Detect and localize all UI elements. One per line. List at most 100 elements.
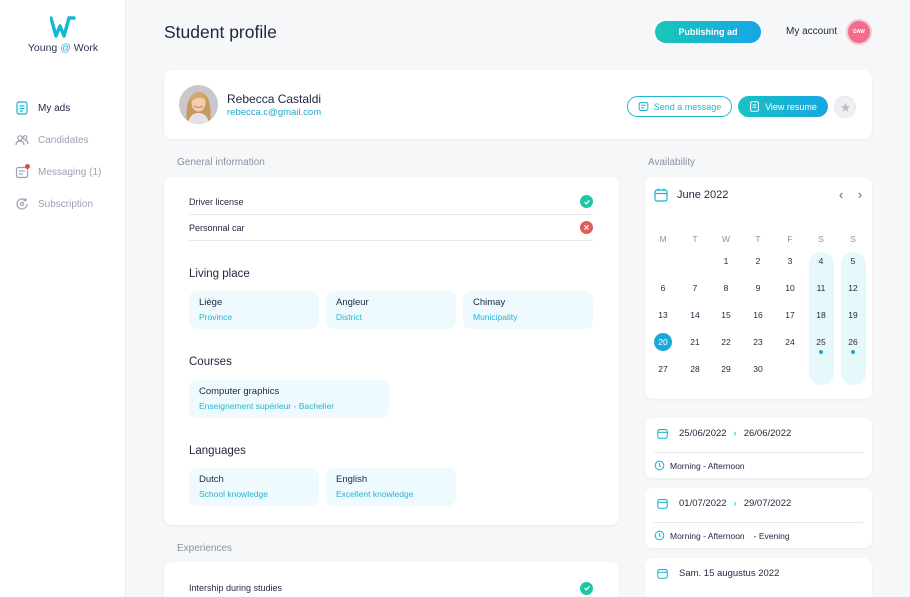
view-resume-label: View resume bbox=[765, 101, 817, 112]
attribute-personal-car: Personnal car bbox=[189, 215, 593, 241]
calendar-day[interactable]: 22 bbox=[715, 333, 737, 351]
calendar-icon bbox=[657, 499, 668, 509]
calendar-day[interactable]: 25 bbox=[810, 333, 832, 351]
experience-label: Intership during studies bbox=[189, 583, 283, 593]
subscription-icon bbox=[14, 196, 30, 212]
slot-from: 25/06/2022 bbox=[679, 428, 727, 439]
availability-calendar: June 2022 ‹ › M T W T F S S 1 2 3 4 5 6 7 8 9 10 11 12 13 14… bbox=[645, 177, 872, 399]
sidebar-item-messaging[interactable]: Messaging (1) bbox=[14, 162, 101, 182]
calendar-month: June 2022 bbox=[677, 189, 729, 201]
calendar-day[interactable]: 24 bbox=[779, 333, 801, 351]
message-icon bbox=[638, 102, 649, 111]
experiences-label: Experiences bbox=[177, 543, 233, 554]
calendar-day[interactable]: 15 bbox=[715, 306, 737, 324]
sidebar-item-subscription[interactable]: Subscription bbox=[14, 194, 101, 214]
general-info-card: Driver license Personnal car Living plac… bbox=[164, 177, 619, 525]
next-month-button[interactable]: › bbox=[852, 186, 868, 204]
account-avatar[interactable]: DAW bbox=[846, 19, 872, 45]
slot-to: 29/07/2022 bbox=[743, 498, 792, 509]
chevron-right-icon: › bbox=[857, 187, 863, 202]
divider bbox=[654, 452, 863, 453]
attribute-driver-license: Driver license bbox=[189, 189, 593, 215]
calendar-day[interactable]: 26 bbox=[842, 333, 864, 351]
my-account-link[interactable]: My account bbox=[786, 26, 837, 37]
favorite-button[interactable] bbox=[834, 96, 856, 118]
page-title: Student profile bbox=[164, 22, 277, 42]
calendar-day[interactable]: 29 bbox=[715, 360, 737, 378]
calendar-day[interactable]: 28 bbox=[684, 360, 706, 378]
logo-icon bbox=[50, 16, 76, 38]
availability-dot bbox=[819, 350, 823, 354]
slot-range: 01/07/2022 › 29/07/2022 bbox=[657, 498, 791, 509]
chevron-left-icon: ‹ bbox=[838, 187, 844, 202]
student-name: Rebecca Castaldi bbox=[227, 92, 322, 106]
calendar-day[interactable]: 21 bbox=[684, 333, 706, 351]
calendar-day[interactable]: 14 bbox=[684, 306, 706, 324]
chip-subtitle: Municipality bbox=[473, 312, 518, 322]
calendar-day[interactable]: 1 bbox=[715, 252, 737, 270]
divider bbox=[654, 522, 863, 523]
document-icon bbox=[750, 101, 760, 112]
attribute-label: Driver license bbox=[189, 196, 244, 207]
send-message-button[interactable]: Send a message bbox=[627, 96, 732, 117]
availability-dot bbox=[851, 350, 855, 354]
calendar-day[interactable]: 16 bbox=[747, 306, 769, 324]
availability-slot: Sam. 15 augustus 2022 bbox=[645, 558, 872, 597]
publish-ad-button[interactable]: Publishing ad bbox=[655, 21, 761, 43]
chip-subtitle: District bbox=[336, 312, 362, 322]
calendar-day[interactable]: 6 bbox=[652, 279, 674, 297]
slot-from: 01/07/2022 bbox=[679, 498, 727, 509]
student-email[interactable]: rebecca.c@gmail.com bbox=[227, 107, 321, 118]
calendar-day[interactable]: 18 bbox=[810, 306, 832, 324]
message-icon bbox=[14, 164, 30, 180]
profile-card: Rebecca Castaldi rebecca.c@gmail.com Sen… bbox=[164, 70, 872, 139]
calendar-day[interactable]: 2 bbox=[747, 252, 769, 270]
users-icon bbox=[14, 132, 30, 148]
chip-title: Liège bbox=[199, 297, 223, 308]
document-icon bbox=[14, 100, 30, 116]
calendar-day[interactable]: 10 bbox=[779, 279, 801, 297]
weekday-header: W bbox=[721, 234, 731, 244]
sidebar-item-label: Subscription bbox=[38, 198, 94, 210]
calendar-day[interactable]: 9 bbox=[747, 279, 769, 297]
calendar-day[interactable]: 27 bbox=[652, 360, 674, 378]
calendar-day[interactable]: 30 bbox=[747, 360, 769, 378]
calendar-day[interactable]: 5 bbox=[842, 252, 864, 270]
prev-month-button[interactable]: ‹ bbox=[833, 186, 849, 204]
chip-district: Angleur District bbox=[326, 291, 456, 329]
calendar-day[interactable]: 20 bbox=[654, 333, 672, 351]
chip-province: Liège Province bbox=[189, 291, 319, 329]
calendar-day[interactable]: 17 bbox=[779, 306, 801, 324]
attribute-label: Personnal car bbox=[189, 222, 245, 233]
sidebar-item-candidates[interactable]: Candidates bbox=[14, 130, 101, 150]
weekday-header: S bbox=[818, 234, 824, 244]
weekday-header: S bbox=[850, 234, 856, 244]
calendar-day[interactable]: 19 bbox=[842, 306, 864, 324]
view-resume-button[interactable]: View resume bbox=[738, 96, 828, 117]
slot-range: 25/06/2022 › 26/06/2022 bbox=[657, 428, 791, 439]
slot-range: Sam. 15 augustus 2022 bbox=[657, 568, 779, 579]
brand-logo[interactable]: Young @ Work bbox=[0, 16, 126, 54]
calendar-day[interactable]: 11 bbox=[810, 279, 832, 297]
sidebar-nav: My ads Candidates Messaging (1) Subscrip… bbox=[14, 98, 101, 226]
experiences-card: Intership during studies bbox=[164, 562, 619, 597]
calendar-day[interactable]: 13 bbox=[652, 306, 674, 324]
calendar-day[interactable]: 23 bbox=[747, 333, 769, 351]
check-icon bbox=[580, 581, 593, 595]
calendar-icon bbox=[657, 429, 668, 439]
weekday-header: M bbox=[659, 234, 667, 244]
chip-municipality: Chimay Municipality bbox=[463, 291, 593, 329]
slot-times: Morning - Afternoon - Evening bbox=[654, 530, 790, 541]
calendar-day[interactable]: 8 bbox=[715, 279, 737, 297]
chip-title: English bbox=[336, 474, 368, 485]
calendar-day[interactable]: 3 bbox=[779, 252, 801, 270]
courses-heading: Courses bbox=[189, 356, 232, 368]
calendar-day[interactable]: 7 bbox=[684, 279, 706, 297]
calendar-day[interactable]: 4 bbox=[810, 252, 832, 270]
sidebar-item-my-ads[interactable]: My ads bbox=[14, 98, 101, 118]
availability-slot: 01/07/2022 › 29/07/2022 Morning - Aftern… bbox=[645, 488, 872, 548]
calendar-day[interactable]: 12 bbox=[842, 279, 864, 297]
star-icon bbox=[840, 102, 850, 112]
availability-label: Availability bbox=[648, 157, 696, 168]
sidebar-item-label: Messaging (1) bbox=[38, 166, 102, 178]
